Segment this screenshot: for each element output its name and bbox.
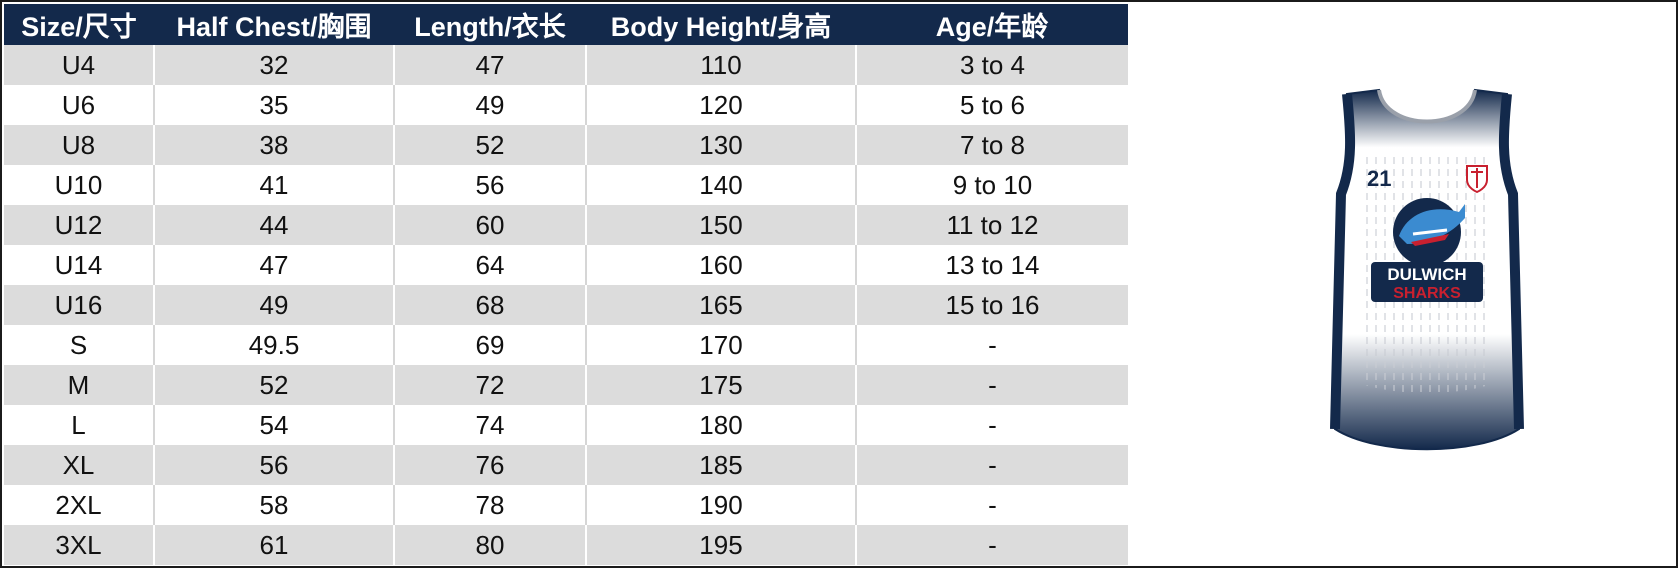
cell-length: 72 bbox=[393, 365, 586, 405]
cell-size: U14 bbox=[4, 245, 154, 285]
cell-length: 78 bbox=[393, 485, 586, 525]
cell-body-height: 150 bbox=[585, 205, 856, 245]
cell-body-height: 140 bbox=[585, 165, 856, 205]
cell-half-chest: 54 bbox=[153, 405, 394, 445]
table-row: U6 35 49 120 5 to 6 bbox=[4, 85, 1128, 125]
cell-size: S bbox=[4, 325, 154, 365]
cell-size: 2XL bbox=[4, 485, 154, 525]
cell-size: M bbox=[4, 365, 154, 405]
cell-body-height: 130 bbox=[585, 125, 856, 165]
cell-length: 47 bbox=[393, 45, 586, 85]
cell-half-chest: 61 bbox=[153, 525, 394, 565]
cell-half-chest: 56 bbox=[153, 445, 394, 485]
table-row: U4 32 47 110 3 to 4 bbox=[4, 45, 1128, 85]
cell-age: 3 to 4 bbox=[855, 45, 1128, 85]
table-row: 2XL 58 78 190 - bbox=[4, 485, 1128, 525]
jersey-number: 21 bbox=[1367, 166, 1391, 191]
cell-age: - bbox=[855, 405, 1128, 445]
crest-icon bbox=[1466, 165, 1488, 194]
header-half-chest: Half Chest/胸围 bbox=[154, 4, 394, 45]
cell-age: 13 to 14 bbox=[855, 245, 1128, 285]
cell-length: 49 bbox=[393, 85, 586, 125]
size-chart-frame: Size/尺寸 Half Chest/胸围 Length/衣长 Body Hei… bbox=[0, 0, 1678, 568]
cell-size: L bbox=[4, 405, 154, 445]
cell-length: 52 bbox=[393, 125, 586, 165]
cell-size: U16 bbox=[4, 285, 154, 325]
cell-length: 60 bbox=[393, 205, 586, 245]
cell-body-height: 195 bbox=[585, 525, 856, 565]
cell-body-height: 170 bbox=[585, 325, 856, 365]
cell-body-height: 160 bbox=[585, 245, 856, 285]
table-row: S 49.5 69 170 - bbox=[4, 325, 1128, 365]
cell-age: 5 to 6 bbox=[855, 85, 1128, 125]
cell-length: 74 bbox=[393, 405, 586, 445]
table-header-row: Size/尺寸 Half Chest/胸围 Length/衣长 Body Hei… bbox=[4, 4, 1128, 45]
cell-half-chest: 52 bbox=[153, 365, 394, 405]
cell-body-height: 110 bbox=[585, 45, 856, 85]
cell-age: - bbox=[855, 365, 1128, 405]
cell-age: - bbox=[855, 485, 1128, 525]
jersey-image: 21 DULWICH SHARKS bbox=[1330, 88, 1524, 451]
header-length: Length/衣长 bbox=[394, 4, 586, 45]
cell-length: 76 bbox=[393, 445, 586, 485]
cell-size: 3XL bbox=[4, 525, 154, 565]
cell-half-chest: 49.5 bbox=[153, 325, 394, 365]
cell-length: 68 bbox=[393, 285, 586, 325]
header-body-height: Body Height/身高 bbox=[586, 4, 856, 45]
cell-body-height: 190 bbox=[585, 485, 856, 525]
size-chart-table: Size/尺寸 Half Chest/胸围 Length/衣长 Body Hei… bbox=[4, 4, 1128, 565]
cell-half-chest: 58 bbox=[153, 485, 394, 525]
cell-age: 11 to 12 bbox=[855, 205, 1128, 245]
cell-age: 7 to 8 bbox=[855, 125, 1128, 165]
cell-half-chest: 38 bbox=[153, 125, 394, 165]
cell-size: U10 bbox=[4, 165, 154, 205]
cell-half-chest: 47 bbox=[153, 245, 394, 285]
cell-size: XL bbox=[4, 445, 154, 485]
header-age: Age/年龄 bbox=[856, 4, 1128, 45]
cell-body-height: 165 bbox=[585, 285, 856, 325]
cell-body-height: 185 bbox=[585, 445, 856, 485]
cell-size: U12 bbox=[4, 205, 154, 245]
table-row: U8 38 52 130 7 to 8 bbox=[4, 125, 1128, 165]
cell-body-height: 175 bbox=[585, 365, 856, 405]
table-row: L 54 74 180 - bbox=[4, 405, 1128, 445]
cell-length: 56 bbox=[393, 165, 586, 205]
cell-body-height: 180 bbox=[585, 405, 856, 445]
cell-half-chest: 49 bbox=[153, 285, 394, 325]
cell-age: - bbox=[855, 525, 1128, 565]
cell-half-chest: 44 bbox=[153, 205, 394, 245]
cell-body-height: 120 bbox=[585, 85, 856, 125]
table-row: 3XL 61 80 195 - bbox=[4, 525, 1128, 565]
table-row: XL 56 76 185 - bbox=[4, 445, 1128, 485]
table-row: U14 47 64 160 13 to 14 bbox=[4, 245, 1128, 285]
cell-size: U6 bbox=[4, 85, 154, 125]
cell-size: U8 bbox=[4, 125, 154, 165]
jersey-logo-text-dulwich: DULWICH bbox=[1387, 265, 1466, 284]
cell-age: 15 to 16 bbox=[855, 285, 1128, 325]
table-row: M 52 72 175 - bbox=[4, 365, 1128, 405]
cell-length: 64 bbox=[393, 245, 586, 285]
cell-length: 69 bbox=[393, 325, 586, 365]
table-row: U10 41 56 140 9 to 10 bbox=[4, 165, 1128, 205]
cell-half-chest: 35 bbox=[153, 85, 394, 125]
cell-length: 80 bbox=[393, 525, 586, 565]
cell-half-chest: 32 bbox=[153, 45, 394, 85]
header-size: Size/尺寸 bbox=[4, 4, 154, 45]
jersey-logo-text-sharks: SHARKS bbox=[1393, 285, 1461, 302]
table-row: U12 44 60 150 11 to 12 bbox=[4, 205, 1128, 245]
cell-age: - bbox=[855, 325, 1128, 365]
cell-age: - bbox=[855, 445, 1128, 485]
cell-size: U4 bbox=[4, 45, 154, 85]
table-row: U16 49 68 165 15 to 16 bbox=[4, 285, 1128, 325]
cell-half-chest: 41 bbox=[153, 165, 394, 205]
cell-age: 9 to 10 bbox=[855, 165, 1128, 205]
